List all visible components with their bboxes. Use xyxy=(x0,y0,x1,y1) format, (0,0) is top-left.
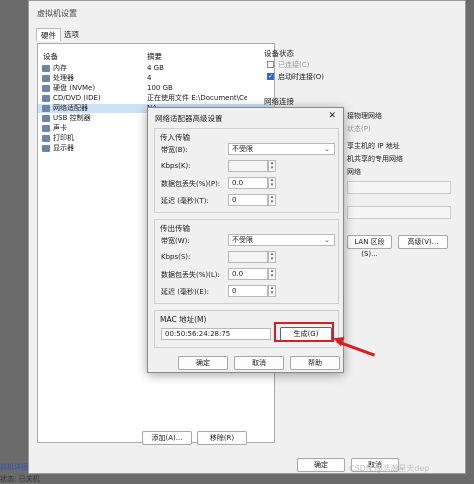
out-loss-input[interactable]: 0.0 xyxy=(228,268,268,280)
custom-network-label: 网络 xyxy=(347,168,361,176)
lan-segment-button[interactable]: LAN 区段(S)... xyxy=(347,235,392,258)
hardware-row-processor[interactable]: 处理器 4 xyxy=(38,74,274,83)
disk-icon xyxy=(42,85,50,92)
hardware-row-summary: 4 xyxy=(147,74,152,82)
network-connection-title: 网络连接 xyxy=(264,97,294,106)
generate-highlight-box xyxy=(274,322,334,342)
outgoing-title: 传出传输 xyxy=(160,224,190,233)
remove-hardware-button[interactable]: 移除(R) xyxy=(197,431,247,445)
ok-button[interactable]: 确定 xyxy=(297,458,345,472)
display-icon xyxy=(42,145,50,152)
column-device: 设备 xyxy=(43,52,58,61)
lan-segment-select[interactable] xyxy=(347,206,451,219)
in-loss-input[interactable]: 0.0 xyxy=(228,177,268,189)
tab-hardware[interactable]: 硬件 xyxy=(36,28,61,41)
connect-on-start-checkbox[interactable]: ✓ xyxy=(267,73,274,80)
hardware-row-memory[interactable]: 内存 4 GB xyxy=(38,64,274,73)
out-kbps-label: Kbps(S): xyxy=(161,253,191,261)
in-bandwidth-value: 不受限 xyxy=(232,145,253,153)
hardware-row-summary: 正在使用文件 E:\Document\Ce... xyxy=(147,94,247,102)
close-icon[interactable]: ✕ xyxy=(328,111,336,121)
hardware-row-name: 处理器 xyxy=(53,74,74,82)
host-only-label: 机共享的专用网络 xyxy=(347,155,403,163)
usb-icon xyxy=(42,115,50,122)
in-kbps-label: Kbps(K): xyxy=(161,162,191,170)
out-bandwidth-label: 带宽(W): xyxy=(161,237,190,245)
hardware-row-summary: 100 GB xyxy=(147,84,173,92)
add-hardware-button[interactable]: 添加(A)... xyxy=(142,431,192,445)
out-bandwidth-value: 不受限 xyxy=(232,236,253,244)
custom-network-select[interactable] xyxy=(347,181,451,194)
incoming-title: 传入传输 xyxy=(160,133,190,142)
in-latency-spinner[interactable]: ▴ ▾ xyxy=(268,194,276,206)
hardware-row-name: CD/DVD (IDE) xyxy=(53,94,101,102)
vm-state-label: 状态: 已关机 xyxy=(0,475,40,483)
hardware-row-disk[interactable]: 硬盘 (NVMe) 100 GB xyxy=(38,84,274,93)
in-latency-input[interactable]: 0 xyxy=(228,194,268,206)
dialog-cancel-button[interactable]: 取消 xyxy=(234,356,284,370)
hardware-row-name: 硬盘 (NVMe) xyxy=(53,84,96,92)
out-loss-spinner[interactable]: ▴ ▾ xyxy=(268,268,276,280)
cd-icon xyxy=(42,95,50,102)
advanced-button[interactable]: 高级(V)... xyxy=(398,235,448,249)
outgoing-group: 传出传输 带宽(W): 不受限 ⌄ Kbps(S): ▴ ▾ 数据包丢失(%)(L… xyxy=(154,219,339,304)
network-icon xyxy=(42,105,50,112)
dialog-title: 网络适配器高级设置 xyxy=(155,114,223,123)
out-latency-spinner[interactable]: ▴ ▾ xyxy=(268,285,276,297)
out-latency-input[interactable]: 0 xyxy=(228,285,268,297)
out-kbps-spinner[interactable]: ▴ ▾ xyxy=(268,251,276,263)
in-loss-spinner[interactable]: ▴ ▾ xyxy=(268,177,276,189)
device-status-title: 设备状态 xyxy=(264,49,294,58)
hardware-row-cd[interactable]: CD/DVD (IDE) 正在使用文件 E:\Document\Ce... xyxy=(38,94,274,103)
nat-label: 享主机的 IP 地址 xyxy=(347,142,400,150)
out-latency-label: 延迟 (毫秒)(E): xyxy=(161,288,209,296)
out-loss-label: 数据包丢失(%)(L): xyxy=(161,271,220,279)
mac-address-input[interactable]: 00:50:56:24:28:75 xyxy=(161,328,271,340)
tab-options[interactable]: 选项 xyxy=(60,28,83,41)
out-bandwidth-select[interactable]: 不受限 ⌄ xyxy=(228,234,335,246)
hardware-row-name: 声卡 xyxy=(53,124,67,132)
memory-icon xyxy=(42,65,50,72)
processor-icon xyxy=(42,75,50,82)
in-bandwidth-select[interactable]: 不受限 ⌄ xyxy=(228,143,335,155)
incoming-group: 传入传输 带宽(B): 不受限 ⌄ Kbps(K): ▴ ▾ 数据包丢失(%)(P… xyxy=(154,128,339,213)
in-kbps-spinner[interactable]: ▴ ▾ xyxy=(268,160,276,172)
hardware-row-summary: 4 GB xyxy=(147,64,164,72)
vm-details-label: 拟机详细 xyxy=(0,463,28,471)
hardware-row-name: 内存 xyxy=(53,64,67,72)
printer-icon xyxy=(42,135,50,142)
chevron-down-icon: ⌄ xyxy=(324,236,330,244)
out-kbps-input[interactable] xyxy=(228,251,268,263)
replicate-state-label: 状态(P) xyxy=(347,125,371,133)
dialog-help-button[interactable]: 帮助 xyxy=(290,356,340,370)
sound-icon xyxy=(42,125,50,132)
dialog-ok-button[interactable]: 确定 xyxy=(178,356,228,370)
connected-label: 已连接(C) xyxy=(278,61,310,69)
chevron-down-icon: ⌄ xyxy=(324,145,330,153)
in-kbps-input[interactable] xyxy=(228,160,268,172)
in-loss-label: 数据包丢失(%)(P): xyxy=(161,180,221,188)
hardware-row-name: 显示器 xyxy=(53,144,74,152)
connected-checkbox[interactable] xyxy=(267,61,274,68)
hardware-row-name: USB 控制器 xyxy=(53,114,91,122)
connect-on-start-label: 启动时连接(O) xyxy=(278,73,324,81)
mac-title: MAC 地址(M) xyxy=(160,315,207,324)
column-summary: 摘要 xyxy=(147,52,162,61)
hardware-row-name: 网络适配器 xyxy=(53,104,88,112)
bridged-label: 接物理网络 xyxy=(347,112,382,120)
in-bandwidth-label: 带宽(B): xyxy=(161,146,188,154)
watermark: CSDN @浩瀚星天dep xyxy=(349,464,430,473)
in-latency-label: 延迟 (毫秒)(T): xyxy=(161,197,209,205)
window-title: 虚拟机设置 xyxy=(37,9,77,18)
hardware-row-name: 打印机 xyxy=(53,134,74,142)
